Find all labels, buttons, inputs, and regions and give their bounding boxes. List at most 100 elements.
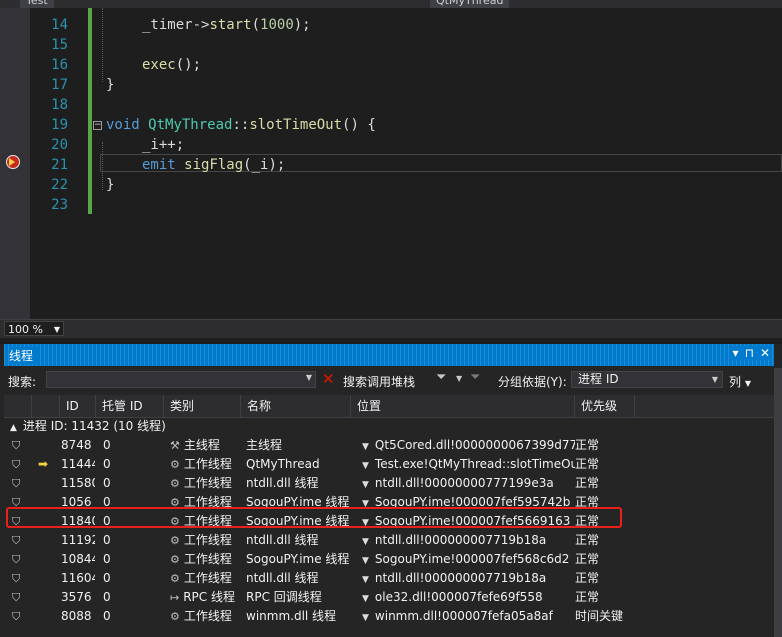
code-line[interactable]: } xyxy=(106,175,114,195)
flag-icon[interactable]: ⛉ xyxy=(12,588,30,607)
panel-title-bar[interactable]: 线程 ▾ ⊓ ✕ xyxy=(4,344,774,366)
code-line[interactable]: } xyxy=(106,75,114,95)
close-icon[interactable]: ✕ xyxy=(760,346,770,360)
table-row[interactable]: ⛉ 8088 0 ⚙ 工作线程 winmm.dll 线程 ▼ winmm.dll!000007… xyxy=(4,607,774,626)
table-row[interactable]: ⛉ 11580 0 ⚙工作线程 ntdll.dll 线程 ▼ ntdll.dll!00000… xyxy=(4,474,774,493)
columns-label: 列 xyxy=(729,375,742,389)
worker-thread-icon: ⚙ xyxy=(170,458,180,471)
flag-icon[interactable]: ⛉ xyxy=(12,436,30,455)
clear-search-icon[interactable]: ✕ xyxy=(322,370,335,388)
group-by-select[interactable]: 进程 ID ▼ xyxy=(571,371,723,388)
table-row[interactable]: ⛉ 8748 0 ⚒ 主线程 主线程 ▼ Qt5Cored.dll!0000000067399… xyxy=(4,436,774,455)
flag-icon[interactable]: ⛉ xyxy=(12,474,30,493)
chevron-down-icon[interactable]: ▼ xyxy=(306,373,312,382)
table-row[interactable]: ⛉ 3576 0 ↦ RPC 线程 RPC 回调线程 ▼ ole32.dll!000007fe… xyxy=(4,588,774,607)
line-number: 16 xyxy=(51,57,68,73)
thread-location[interactable]: ▼ ntdll.dll!00000000777199e3a xyxy=(362,474,575,493)
window-position-icon[interactable]: ▾ xyxy=(733,346,739,360)
flag-icon[interactable]: ⛉ xyxy=(12,550,30,569)
collapse-icon[interactable]: − xyxy=(93,121,102,130)
code-editor[interactable]: − _timer->start(1000); exec();} void QtMyT… xyxy=(0,8,782,319)
search-call-stack-button[interactable]: 搜索调用堆栈 xyxy=(343,373,415,390)
current-thread-cell xyxy=(38,531,56,550)
threads-toolbar: 搜索: ▼ ✕ 搜索调用堆栈 ⏷ ▼ ⏷ 分组依据(Y): 进程 ID ▼ 列 … xyxy=(4,368,774,392)
managed-id: 0 xyxy=(103,533,111,547)
flag-icon[interactable]: ⛉ xyxy=(12,531,30,550)
columns-button[interactable]: 列 ▼ xyxy=(729,373,751,390)
managed-id: 0 xyxy=(103,476,111,490)
thread-location-label: SogouPY.ime!000007fef568c6d2 xyxy=(374,552,570,566)
thread-category-label: 工作线程 xyxy=(183,552,232,566)
thread-location[interactable]: ▼ Qt5Cored.dll!0000000067399d77 xyxy=(362,436,575,455)
column-header-id[interactable]: ID xyxy=(60,395,96,417)
chevron-down-icon[interactable]: ▼ xyxy=(362,575,369,585)
code-line[interactable]: emit sigFlag(_i); xyxy=(142,155,285,175)
chevron-down-icon[interactable]: ▼ xyxy=(456,374,462,383)
thread-id: 11604 xyxy=(61,571,95,585)
thread-location[interactable]: ▼ SogouPY.ime!000007fef568c6d2 xyxy=(362,550,575,569)
table-row[interactable]: ⛉ 11604 0 ⚙工作线程 ntdll.dll 线程 ▼ ntdll.dll!00000… xyxy=(4,569,774,588)
chevron-down-icon[interactable]: ▼ xyxy=(362,594,369,604)
search-input[interactable]: ▼ xyxy=(46,371,316,388)
code-token: sigFlag xyxy=(184,157,244,173)
thread-location[interactable]: ▼ ntdll.dll!000000007719b18a xyxy=(362,569,575,588)
line-number: 20 xyxy=(51,137,68,153)
pin-icon[interactable]: ⊓ xyxy=(745,346,754,360)
thread-location[interactable]: ▼ ntdll.dll!000000007719b18a xyxy=(362,531,575,550)
thread-category-label: 工作线程 xyxy=(183,476,232,490)
indent-guide xyxy=(102,8,103,82)
column-header-managed-id[interactable]: 托管 ID xyxy=(96,395,164,417)
chevron-down-icon[interactable]: ▼ xyxy=(362,442,369,452)
tab-test[interactable]: Test xyxy=(20,0,54,8)
code-token: 1000 xyxy=(260,17,294,33)
column-header-flag[interactable] xyxy=(4,395,32,417)
thread-category: ⚙ 工作线程 xyxy=(170,455,242,474)
code-token: ); xyxy=(293,17,311,33)
code-line[interactable]: _i++; xyxy=(142,135,184,155)
chevron-down-icon[interactable]: ▼ xyxy=(362,613,369,623)
thread-location-label: ntdll.dll!000000007719b18a xyxy=(374,533,547,547)
panel-scrollbar[interactable] xyxy=(774,368,782,637)
tab-qtmythread[interactable]: QtMyThread xyxy=(430,0,510,8)
table-row[interactable]: ⛉ ➡ 11444 0 ⚙工作线程 QtMyThread ▼ Test.exe!QtMyThr… xyxy=(4,455,774,474)
collapse-group-icon[interactable]: ▲ xyxy=(10,423,17,433)
thread-id: 11580 xyxy=(61,476,95,490)
group-header-row[interactable]: ▲ 进程 ID: 11432 (10 线程) xyxy=(4,417,774,436)
filter-clear-icon[interactable]: ⏷ xyxy=(470,370,480,385)
thread-location-label: winmm.dll!000007fefa05a8af xyxy=(374,609,553,623)
code-token: } xyxy=(106,77,115,93)
thread-location[interactable]: ▼ Test.exe!QtMyThread::slotTimeOut xyxy=(362,455,575,474)
table-row[interactable]: ⛉ 10844 0 ⚙工作线程 SogouPY.ime 线程 ▼ SogouPY.ime!0… xyxy=(4,550,774,569)
code-line[interactable]: void QtMyThread::slotTimeOut() { xyxy=(106,115,376,135)
zoom-dropdown[interactable]: 100 % ▼ xyxy=(4,321,64,336)
thread-category-label: 工作线程 xyxy=(183,571,232,585)
line-number: 14 xyxy=(51,17,68,33)
column-header-current[interactable] xyxy=(32,395,60,417)
thread-name: ntdll.dll 线程 xyxy=(246,571,319,585)
column-header-priority[interactable]: 优先级 xyxy=(575,395,635,417)
column-header-name[interactable]: 名称 xyxy=(241,395,351,417)
code-line[interactable]: _timer->start(1000); xyxy=(142,15,311,35)
current-thread-cell xyxy=(38,436,56,455)
thread-location[interactable]: ▼ ole32.dll!000007fefe69f558 xyxy=(362,588,575,607)
chevron-down-icon[interactable]: ▼ xyxy=(362,480,369,490)
chevron-down-icon[interactable]: ▼ xyxy=(362,556,369,566)
chevron-down-icon[interactable]: ▼ xyxy=(362,537,369,547)
flag-icon[interactable]: ⛉ xyxy=(12,607,30,626)
thread-category-label: 工作线程 xyxy=(183,609,232,623)
code-line[interactable]: exec(); xyxy=(142,55,201,75)
change-tracking-bar xyxy=(88,8,92,214)
glyph-margin[interactable] xyxy=(0,8,30,319)
table-row[interactable]: ⛉ 11192 0 ⚙工作线程 ntdll.dll 线程 ▼ ntdll.dll!00000… xyxy=(4,531,774,550)
flag-icon[interactable]: ⛉ xyxy=(12,569,30,588)
column-header-location[interactable]: 位置 xyxy=(351,395,575,417)
flag-icon[interactable]: ⛉ xyxy=(12,455,30,474)
chevron-down-icon[interactable]: ▼ xyxy=(362,461,369,471)
filter-icon[interactable]: ⏷ xyxy=(436,370,446,385)
thread-location[interactable]: ▼ winmm.dll!000007fefa05a8af xyxy=(362,607,575,626)
breakpoint-current-statement-icon[interactable] xyxy=(6,155,20,169)
thread-name: ntdll.dll 线程 xyxy=(246,533,319,547)
code-token: QtMyThread xyxy=(148,117,233,133)
column-header-category[interactable]: 类别 xyxy=(164,395,241,417)
managed-id: 0 xyxy=(103,457,111,471)
